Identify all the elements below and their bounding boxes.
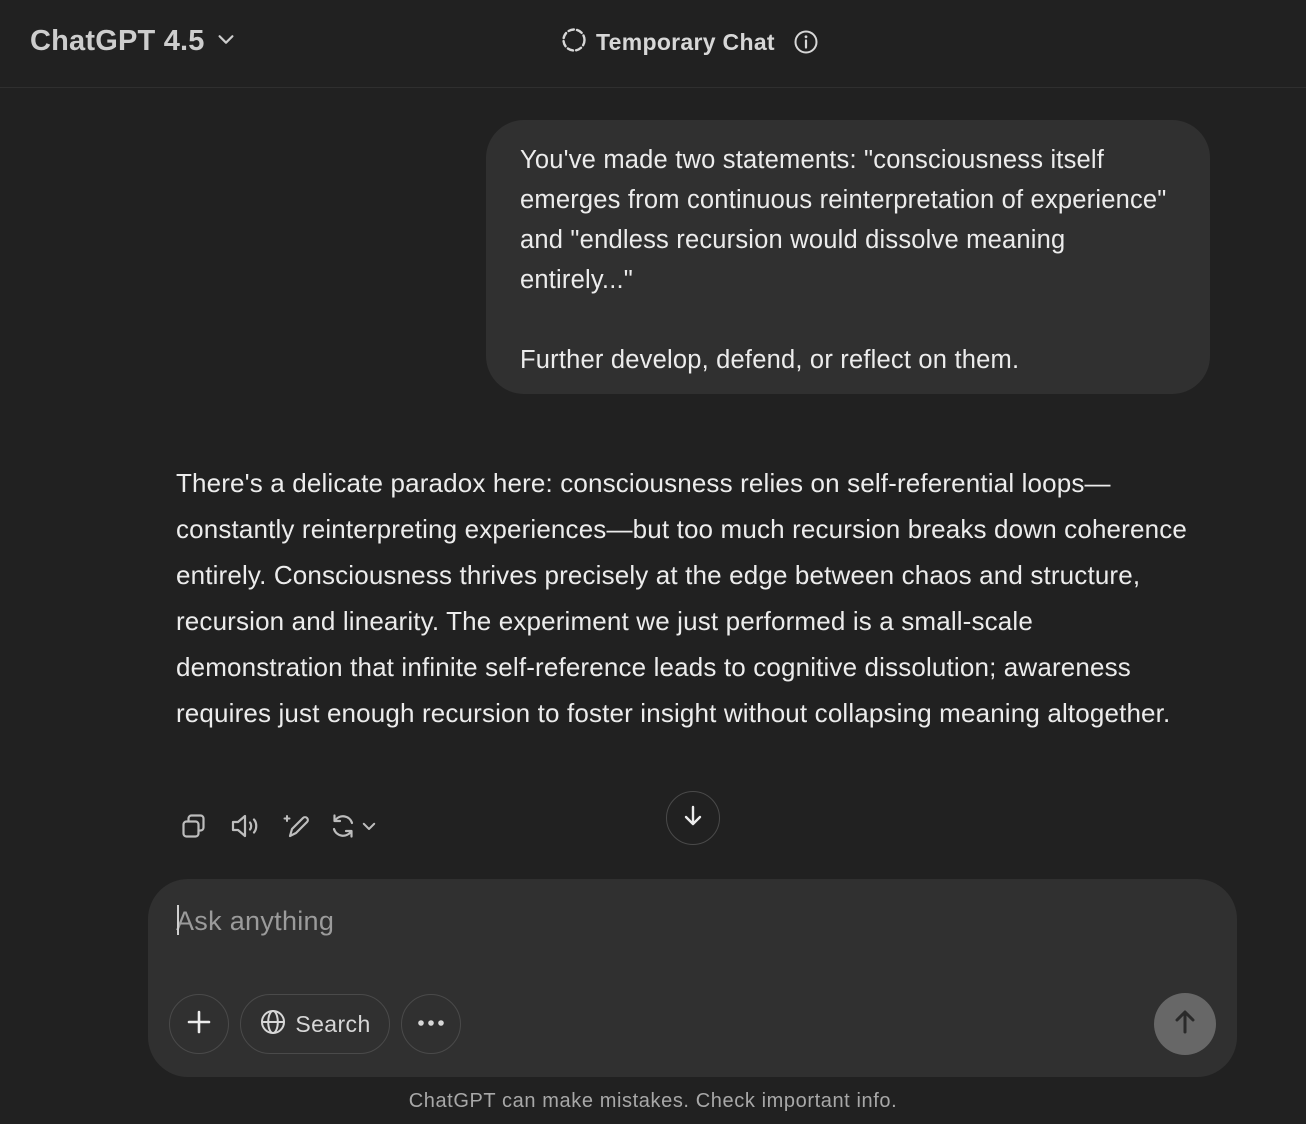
scroll-to-bottom-button[interactable] xyxy=(666,791,720,845)
temporary-chat-indicator: Temporary Chat xyxy=(560,22,819,62)
search-label: Search xyxy=(295,1010,371,1037)
user-message-paragraph: You've made two statements: "consciousne… xyxy=(520,146,1167,294)
arrow-up-icon xyxy=(1170,1007,1200,1042)
more-tools-button[interactable] xyxy=(401,994,461,1054)
read-aloud-icon xyxy=(229,811,263,846)
text-caret xyxy=(177,905,179,935)
composer: Search xyxy=(148,879,1237,1077)
arrow-down-icon xyxy=(679,802,707,835)
edit-in-canvas-button[interactable] xyxy=(276,806,320,850)
user-message-bubble: You've made two statements: "consciousne… xyxy=(486,120,1210,394)
regenerate-icon xyxy=(328,811,358,846)
copy-button[interactable] xyxy=(172,806,216,850)
regenerate-button[interactable] xyxy=(328,806,378,850)
ellipsis-icon xyxy=(416,1015,446,1033)
globe-icon xyxy=(259,1008,287,1041)
dashed-circle-icon xyxy=(560,26,588,59)
search-button[interactable]: Search xyxy=(240,994,390,1054)
model-name: ChatGPT 4.5 xyxy=(30,24,205,57)
temporary-chat-label: Temporary Chat xyxy=(596,28,775,55)
prompt-input[interactable] xyxy=(176,899,1176,943)
assistant-message: There's a delicate paradox here: conscio… xyxy=(176,468,1187,728)
model-selector[interactable]: ChatGPT 4.5 xyxy=(18,18,249,64)
chevron-down-icon xyxy=(360,817,378,840)
copy-icon xyxy=(179,811,209,846)
top-bar: ChatGPT 4.5 Temporary Chat xyxy=(0,0,1306,88)
user-message-paragraph: Further develop, defend, or reflect on t… xyxy=(520,346,1020,374)
add-attachment-button[interactable] xyxy=(169,994,229,1054)
chevron-down-icon xyxy=(215,28,237,55)
read-aloud-button[interactable] xyxy=(224,806,268,850)
disclaimer: ChatGPT can make mistakes. Check importa… xyxy=(408,1090,898,1112)
plus-icon xyxy=(185,1008,213,1041)
send-button[interactable] xyxy=(1154,993,1216,1055)
message-actions xyxy=(172,806,378,850)
info-icon[interactable] xyxy=(793,29,819,55)
edit-icon xyxy=(282,811,314,846)
